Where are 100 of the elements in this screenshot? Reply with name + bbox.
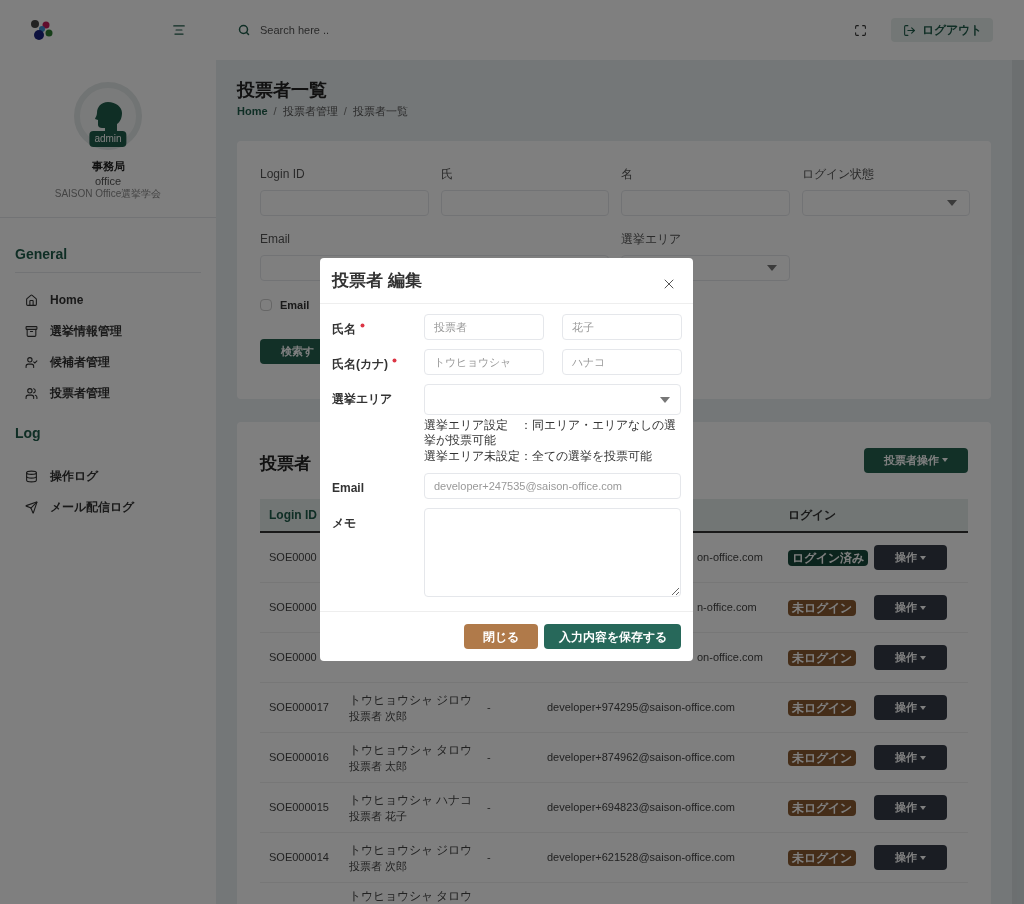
send-icon bbox=[25, 500, 38, 514]
caret-icon bbox=[920, 655, 926, 660]
voter-actions-button[interactable]: 投票者操作 bbox=[864, 447, 968, 473]
dialog-title: 投票者 編集 bbox=[332, 269, 422, 292]
table-cell: developer+694823@saison-office.com bbox=[547, 801, 735, 814]
org-name: 事務局 bbox=[91, 159, 125, 174]
home-icon bbox=[25, 293, 38, 307]
breadcrumb-separator: / bbox=[273, 104, 277, 119]
field-label: 氏名 bbox=[332, 321, 356, 338]
filter-label: Email bbox=[260, 230, 291, 248]
voter-name: 投票者 次郎 bbox=[349, 708, 409, 724]
filter-label: 氏 bbox=[440, 165, 454, 183]
status-badge: 未ログイン bbox=[788, 699, 856, 716]
filter-label: Login ID bbox=[260, 165, 306, 183]
row-action-button[interactable]: 操作 bbox=[874, 645, 947, 670]
table-cell: on-office.com bbox=[697, 651, 763, 664]
kana-name: トウヒョウシャ タロウ bbox=[349, 888, 474, 904]
row-action-button[interactable]: 操作 bbox=[874, 695, 947, 720]
row-action-button[interactable]: 操作 bbox=[874, 845, 947, 870]
checkbox-label: Email bbox=[280, 297, 310, 313]
users-icon bbox=[25, 386, 38, 400]
input-field[interactable]: ハナコ bbox=[562, 349, 682, 375]
table-cell: developer+874962@saison-office.com bbox=[547, 751, 735, 764]
caret-icon bbox=[920, 605, 926, 610]
table-cell-text: SOE000016 bbox=[268, 750, 330, 766]
table-cell-text: SOE0000 bbox=[268, 550, 318, 566]
status-badge: 未ログイン bbox=[788, 599, 856, 616]
caret-icon bbox=[920, 755, 926, 760]
save-button[interactable]: 入力内容を保存する bbox=[544, 624, 681, 649]
table-cell-text: SOE0000 bbox=[268, 600, 318, 616]
select-field[interactable] bbox=[424, 384, 681, 415]
caret-icon bbox=[766, 264, 777, 271]
sidebar-item[interactable]: 投票者管理 bbox=[15, 377, 201, 409]
archive-icon bbox=[25, 324, 38, 338]
caret-icon bbox=[947, 199, 957, 206]
breadcrumb-separator: / bbox=[343, 104, 347, 119]
page-title: 投票者一覧 bbox=[237, 79, 328, 101]
sidebar-item[interactable]: 選挙情報管理 bbox=[15, 315, 201, 347]
input-field[interactable]: 投票者 bbox=[424, 314, 544, 340]
checkbox[interactable] bbox=[260, 298, 272, 311]
search-icon bbox=[238, 24, 250, 36]
user-name: office bbox=[94, 174, 122, 189]
table-cell-text: SOE000015 bbox=[268, 800, 330, 816]
breadcrumb-item[interactable]: Home bbox=[237, 103, 268, 120]
list-title: 投票者 bbox=[260, 452, 311, 475]
kana-name: トウヒョウシャ ジロウ bbox=[349, 691, 474, 708]
status-badge: 未ログイン bbox=[788, 649, 856, 666]
caret-icon bbox=[920, 705, 926, 710]
caret-icon bbox=[920, 855, 926, 860]
status-badge: 未ログイン bbox=[788, 799, 856, 816]
filter-label: 選挙エリア bbox=[621, 230, 682, 248]
voter-name: 投票者 花子 bbox=[349, 808, 409, 824]
section-title: General bbox=[15, 245, 68, 262]
section-title: Log bbox=[15, 424, 41, 441]
close-dialog-button[interactable]: 閉じる bbox=[464, 624, 538, 649]
select-field[interactable] bbox=[801, 189, 970, 216]
column-header: ログイン bbox=[788, 507, 836, 524]
memo-field[interactable] bbox=[424, 508, 681, 597]
email-field[interactable]: developer+247535@saison-office.com bbox=[424, 473, 681, 499]
caret-icon bbox=[660, 396, 670, 403]
row-action-button[interactable]: 操作 bbox=[874, 745, 947, 770]
caret-icon bbox=[920, 555, 926, 560]
row-action-button[interactable]: 操作 bbox=[874, 795, 947, 820]
sidebar-item[interactable]: Home bbox=[15, 284, 201, 316]
column-header: Login ID bbox=[269, 507, 317, 524]
fullscreen-icon[interactable] bbox=[854, 23, 867, 37]
logout-icon bbox=[902, 23, 916, 37]
table-cell: developer+621528@saison-office.com bbox=[547, 851, 735, 864]
row-action-button[interactable]: 操作 bbox=[874, 545, 947, 570]
help-text: 選挙エリア未設定：全ての選挙を投票可能 bbox=[424, 449, 653, 464]
table-cell: - bbox=[487, 701, 491, 714]
caret-icon bbox=[920, 805, 926, 810]
menu-icon[interactable] bbox=[172, 23, 186, 37]
row-action-button[interactable]: 操作 bbox=[874, 595, 947, 620]
field-label: メモ bbox=[332, 515, 356, 532]
filter-label: 名 bbox=[621, 165, 634, 183]
voter-name: 投票者 次郎 bbox=[349, 858, 409, 874]
search-field[interactable]: Search here .. bbox=[260, 21, 460, 39]
breadcrumb-item: 投票者管理 bbox=[282, 104, 338, 119]
logo-icon bbox=[30, 19, 54, 41]
role-badge: admin bbox=[89, 131, 127, 147]
input-field[interactable]: トウヒョウシャ bbox=[424, 349, 544, 375]
kana-name: トウヒョウシャ タロウ bbox=[349, 741, 474, 758]
sidebar-item[interactable]: 操作ログ bbox=[15, 460, 201, 492]
user-check-icon bbox=[25, 355, 38, 369]
status-badge: ログイン済み bbox=[788, 549, 868, 566]
sidebar-item[interactable]: メール配信ログ bbox=[15, 491, 201, 523]
field-label: Email bbox=[332, 480, 364, 497]
logout-button[interactable]: ログアウト bbox=[891, 18, 993, 42]
table-cell-text: SOE000017 bbox=[268, 700, 330, 716]
status-badge: 未ログイン bbox=[788, 749, 856, 766]
table-cell: n-office.com bbox=[697, 601, 757, 614]
table-cell: - bbox=[487, 801, 491, 814]
table-cell: - bbox=[487, 851, 491, 864]
input-field[interactable]: 花子 bbox=[562, 314, 682, 340]
filter-label: ログイン状態 bbox=[801, 165, 875, 183]
table-cell-text: SOE000014 bbox=[268, 850, 330, 866]
table-cell-text: SOE0000 bbox=[268, 650, 318, 666]
sidebar-item[interactable]: 候補者管理 bbox=[15, 346, 201, 378]
database-icon bbox=[25, 469, 38, 483]
